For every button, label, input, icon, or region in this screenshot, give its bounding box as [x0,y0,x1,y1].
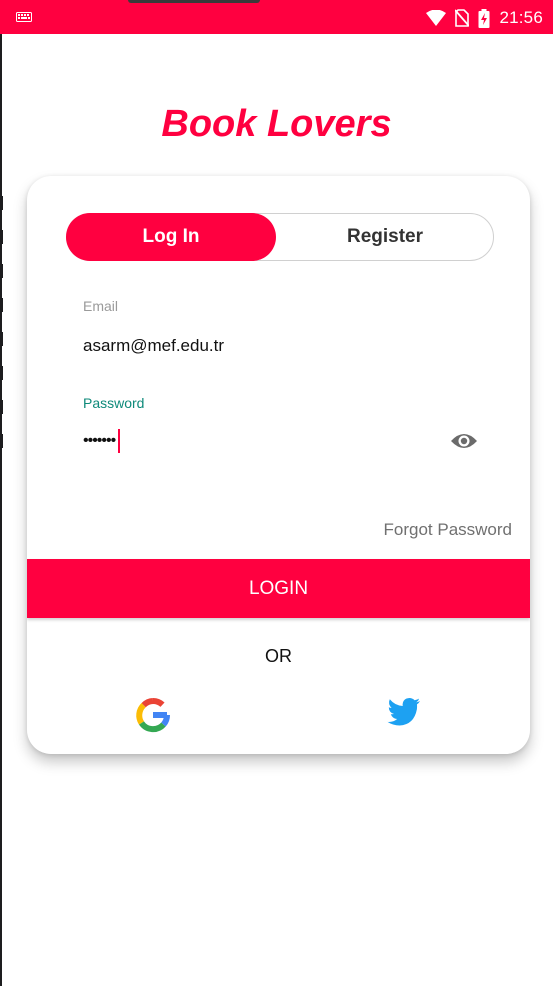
text-cursor [118,429,121,453]
tab-register[interactable]: Register [276,214,494,260]
auth-mode-toggle: Log In Register [66,213,494,261]
login-card: Log In Register Email asarm@mef.edu.tr P… [27,176,530,754]
app-title: Book Lovers [161,103,392,145]
status-icons: 21:56 [426,8,543,28]
login-button[interactable]: LOGIN [27,559,530,618]
status-time: 21:56 [499,8,543,27]
app-screen: 21:56 Book Lovers Log In Register Email … [0,0,553,986]
tab-login[interactable]: Log In [66,213,276,261]
or-divider-text: OR [265,646,292,666]
keyboard-icon [16,12,32,22]
email-field[interactable]: asarm@mef.edu.tr [83,336,224,356]
wifi-icon [426,10,447,26]
forgot-password-link[interactable]: Forgot Password [384,520,513,540]
password-label: Password [83,395,145,411]
window-edge-ticks [0,196,3,468]
eye-icon[interactable] [450,431,478,451]
google-icon[interactable] [134,696,172,734]
window-edge [0,0,2,986]
status-bar: 21:56 [0,0,553,34]
password-dots: ••••••• [83,432,116,449]
twitter-icon[interactable] [387,697,421,727]
battery-charging-icon [478,8,490,28]
password-field[interactable]: ••••••• [83,429,121,453]
email-label: Email [83,298,119,314]
camera-notch [128,0,260,3]
no-sim-icon [455,9,470,27]
